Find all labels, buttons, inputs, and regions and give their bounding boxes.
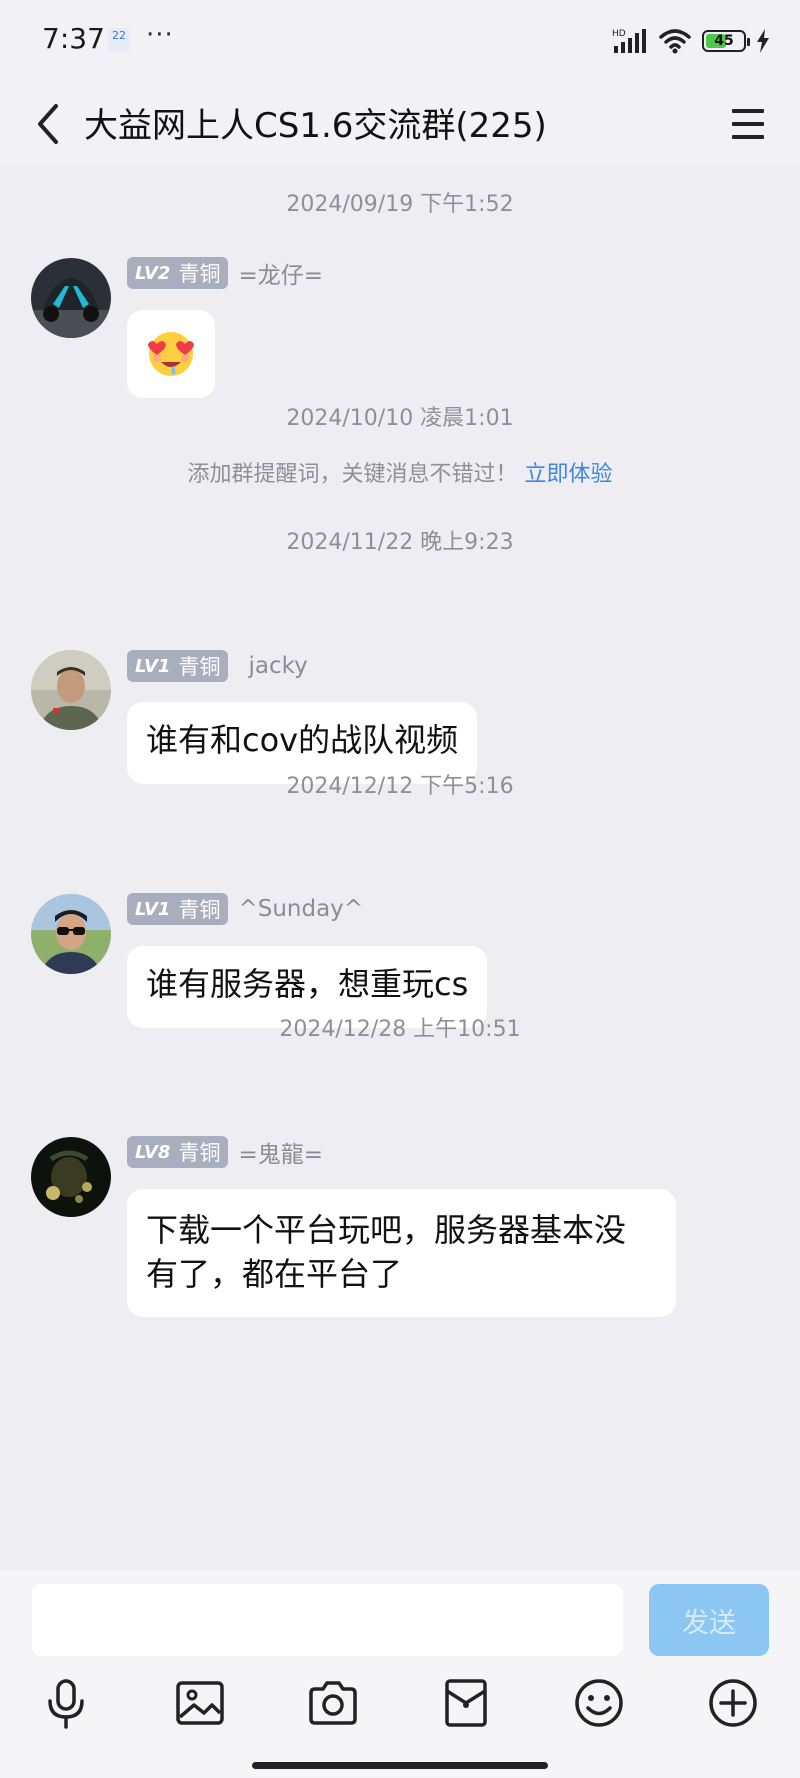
sender-meta: LV1 青铜 ^Sunday^ [127,892,363,926]
time-separator: 2024/12/12 下午5:16 [286,774,514,799]
rank-label: 青铜 [178,262,221,286]
more-notifications-icon: ··· [146,20,174,50]
level-label: LV2 [135,262,171,284]
try-now-link[interactable]: 立即体验 [525,462,613,487]
menu-button[interactable] [722,100,774,148]
message-input[interactable] [32,1584,623,1656]
back-button[interactable] [26,96,82,152]
microphone-icon [48,1679,84,1729]
red-packet-button[interactable] [438,1675,494,1731]
avatar[interactable] [31,258,111,338]
avatar[interactable] [31,650,111,730]
wifi-icon [659,29,691,54]
level-label: LV1 [135,898,171,920]
voice-button[interactable] [38,1675,94,1731]
camera-button[interactable] [305,1675,361,1731]
avatar[interactable] [31,1137,111,1217]
status-time: 7:37 [42,22,105,55]
level-badge: LV2 青铜 [127,257,229,289]
avatar-image [31,650,111,730]
avatar-image [31,258,111,338]
battery-level: 45 [714,33,734,49]
emoji-button[interactable] [571,1675,627,1731]
time-separator: 2024/11/22 晚上9:23 [286,530,514,555]
status-bar: 7:37 22 ··· HD 45 [0,0,800,80]
message-bubble[interactable]: 下载一个平台玩吧，服务器基本没有了，都在平台了 [127,1189,676,1317]
emoji-bubble[interactable] [127,310,215,398]
image-button[interactable] [172,1675,228,1731]
heart-eyes-emoji-icon [148,332,194,376]
charging-icon [757,29,769,53]
avatar[interactable] [31,894,111,974]
sender-nickname[interactable]: =龙仔= [238,256,323,290]
level-badge: LV1 青铜 [127,650,229,682]
home-indicator[interactable] [252,1762,548,1769]
hamburger-menu-icon [732,109,764,139]
more-options-button[interactable] [705,1675,761,1731]
signal-icon: HD [612,29,646,53]
time-separator: 2024/12/28 上午10:51 [279,1017,521,1042]
time-separator: 2024/09/19 下午1:52 [286,192,514,217]
input-area: 发送 [0,1570,800,1778]
time-separator: 2024/10/10 凌晨1:01 [286,406,514,431]
level-badge: LV8 青铜 [127,1136,229,1168]
camera-icon [309,1681,357,1725]
level-label: LV1 [135,655,171,677]
sender-nickname[interactable]: jacky [248,653,307,679]
chat-title: 大益网上人CS1.6交流群(225) [84,106,547,146]
message-list[interactable]: 2024/09/19 下午1:52 LV2 青铜 =龙仔= 2024/10/10… [0,166,800,1570]
plus-circle-icon [709,1679,757,1727]
reminder-notice: 添加群提醒词，关键消息不错过！ 立即体验 [0,456,800,488]
network-hd-label: HD [612,29,626,39]
image-icon [176,1681,224,1725]
smiley-face-icon [575,1679,623,1727]
send-button[interactable]: 发送 [649,1584,769,1656]
sender-meta: LV1 青铜 jacky [127,649,308,683]
level-badge: LV1 青铜 [127,893,229,925]
sender-nickname[interactable]: =鬼龍= [238,1135,323,1169]
status-icons: HD 45 [612,28,770,54]
sender-nickname[interactable]: ^Sunday^ [238,896,363,922]
chat-header: 大益网上人CS1.6交流群(225) [0,80,800,166]
sender-meta: LV2 青铜 =龙仔= [127,256,323,290]
avatar-image [31,894,111,974]
rank-label: 青铜 [178,1141,221,1165]
avatar-image [31,1137,111,1217]
notice-text: 添加群提醒词，关键消息不错过！ [187,462,518,487]
sender-meta: LV8 青铜 =鬼龍= [127,1135,323,1169]
level-label: LV8 [135,1141,171,1163]
calendar-notification-icon: 22 [108,28,130,52]
battery-icon: 45 [702,30,750,52]
chevron-left-icon [38,104,58,144]
rank-label: 青铜 [178,655,221,679]
red-packet-icon [445,1679,487,1727]
rank-label: 青铜 [178,898,221,922]
